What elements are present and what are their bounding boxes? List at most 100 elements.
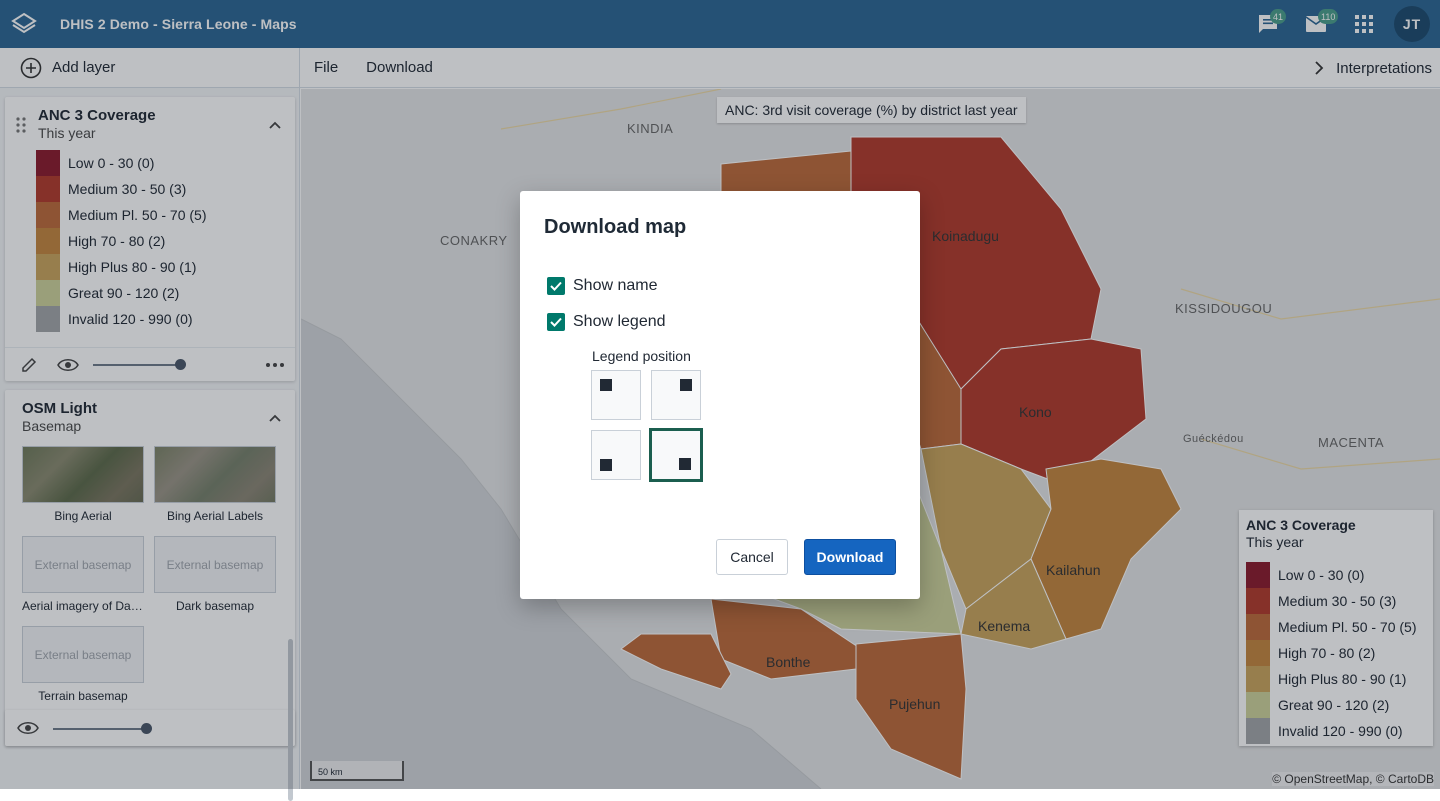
layer-toolbar — [5, 347, 295, 381]
add-layer-label: Add layer — [52, 59, 116, 76]
file-menu[interactable]: File — [300, 59, 352, 76]
chevron-right-icon — [1314, 61, 1324, 75]
basemap-option-bing-aerial-labels[interactable]: Bing Aerial Labels — [154, 446, 276, 523]
legend-item: High Plus 80 - 90 (1) — [1246, 666, 1417, 692]
apps-menu-button[interactable] — [1340, 0, 1388, 48]
basemap-placeholder: External basemap — [22, 536, 144, 593]
mail-button[interactable]: 110 — [1292, 0, 1340, 48]
place-label: CONAKRY — [440, 233, 508, 248]
map-attribution[interactable]: © OpenStreetMap, © CartoDB — [1272, 772, 1434, 786]
basemap-option-dark[interactable]: External basemap Dark basemap — [154, 536, 276, 613]
legend-item: Medium 30 - 50 (3) — [36, 176, 207, 202]
legend-label: Invalid 120 - 990 (0) — [1278, 723, 1403, 739]
basemap-label: Aerial imagery of Dar... — [22, 599, 144, 613]
legend-label: Invalid 120 - 990 (0) — [68, 311, 193, 327]
place-label: Guéckédou — [1183, 433, 1244, 445]
legend-label: Great 90 - 120 (2) — [1278, 697, 1390, 713]
legend-item: Invalid 120 - 990 (0) — [1246, 718, 1417, 744]
layer-legend: Low 0 - 30 (0) Medium 30 - 50 (3) Medium… — [36, 150, 207, 332]
interpretations-label: Interpretations — [1336, 59, 1432, 77]
panel-scrollbar[interactable] — [288, 639, 293, 801]
legend-item: Medium 30 - 50 (3) — [1246, 588, 1417, 614]
legend-swatch — [1246, 718, 1270, 744]
toolbar: Add layer File Download Interpretations — [0, 47, 1440, 88]
basemap-label: Dark basemap — [175, 599, 255, 613]
visibility-eye-icon[interactable] — [57, 357, 79, 373]
checkbox-checked-icon[interactable] — [547, 313, 565, 331]
dialog-title: Download map — [544, 216, 687, 238]
legend-label: High Plus 80 - 90 (1) — [1278, 671, 1407, 687]
download-button[interactable]: Download — [804, 539, 896, 575]
position-marker — [679, 458, 691, 470]
legend-position-bottom-left[interactable] — [591, 430, 641, 480]
checkbox-checked-icon[interactable] — [547, 277, 565, 295]
legend-label: Great 90 - 120 (2) — [68, 285, 180, 301]
district-label: Kono — [1019, 404, 1052, 420]
basemap-option-aerial-imagery[interactable]: External basemap Aerial imagery of Dar..… — [22, 536, 144, 613]
map-legend-list: Low 0 - 30 (0) Medium 30 - 50 (3) Medium… — [1246, 562, 1417, 744]
map-scale: 50 km — [310, 761, 404, 781]
position-marker — [680, 379, 692, 391]
cancel-button[interactable]: Cancel — [716, 539, 788, 575]
drag-handle-icon[interactable] — [16, 117, 26, 133]
legend-swatch — [1246, 666, 1270, 692]
opacity-slider-track[interactable] — [53, 728, 149, 730]
legend-item: High 70 - 80 (2) — [1246, 640, 1417, 666]
thematic-layer-card: ANC 3 Coverage This year Low 0 - 30 (0) … — [5, 97, 295, 381]
chevron-up-icon[interactable] — [267, 117, 283, 133]
legend-swatch — [36, 150, 60, 176]
map-legend-subtitle: This year — [1246, 534, 1304, 550]
app-title: DHIS 2 Demo - Sierra Leone - Maps — [60, 16, 297, 32]
opacity-slider-track[interactable] — [93, 364, 185, 366]
chevron-up-icon[interactable] — [267, 410, 283, 426]
legend-position-top-left[interactable] — [591, 370, 641, 420]
map-title: ANC: 3rd visit coverage (%) by district … — [717, 97, 1026, 123]
legend-swatch — [36, 306, 60, 332]
legend-item: Invalid 120 - 990 (0) — [36, 306, 207, 332]
dhis2-logo-icon[interactable] — [0, 0, 48, 48]
district-label: Koinadugu — [932, 228, 999, 244]
user-avatar[interactable]: JT — [1394, 6, 1430, 42]
layer-subtitle: This year — [38, 125, 96, 141]
legend-swatch — [36, 254, 60, 280]
more-options-icon[interactable] — [266, 363, 284, 367]
basemap-subtitle: Basemap — [22, 418, 82, 434]
legend-swatch — [36, 280, 60, 306]
legend-swatch — [1246, 588, 1270, 614]
legend-label: Medium 30 - 50 (3) — [1278, 593, 1397, 609]
basemap-option-terrain[interactable]: External basemap Terrain basemap — [22, 626, 144, 703]
basemap-placeholder: External basemap — [22, 626, 144, 683]
show-name-option[interactable]: Show name — [547, 277, 658, 295]
edit-pencil-icon[interactable] — [20, 356, 38, 374]
basemap-placeholder: External basemap — [154, 536, 276, 593]
opacity-slider-thumb[interactable] — [175, 359, 186, 370]
legend-swatch — [1246, 692, 1270, 718]
basemap-title: OSM Light — [22, 400, 97, 417]
download-map-dialog: Download map Show name Show legend Legen… — [520, 191, 920, 599]
basemap-option-bing-aerial[interactable]: Bing Aerial — [22, 446, 144, 523]
position-marker — [600, 379, 612, 391]
legend-position-bottom-right[interactable] — [649, 428, 703, 482]
interpretations-toggle[interactable]: Interpretations — [1314, 48, 1432, 88]
show-name-label: Show name — [573, 277, 658, 294]
opacity-slider-thumb[interactable] — [141, 723, 152, 734]
mail-badge: 110 — [1318, 9, 1339, 24]
download-menu[interactable]: Download — [352, 59, 447, 76]
legend-label: High 70 - 80 (2) — [68, 233, 166, 249]
visibility-eye-icon[interactable] — [17, 720, 39, 736]
basemap-thumbnail — [22, 446, 144, 503]
basemap-layer-card: OSM Light Basemap Bing Aerial Bing Aeria… — [5, 390, 295, 746]
district-label: Kailahun — [1046, 562, 1101, 578]
legend-swatch — [36, 202, 60, 228]
legend-position-top-right[interactable] — [651, 370, 701, 420]
legend-label: Low 0 - 30 (0) — [68, 155, 155, 171]
district-label: Bonthe — [766, 654, 811, 670]
legend-item: Medium Pl. 50 - 70 (5) — [1246, 614, 1417, 640]
messages-badge: 41 — [1270, 9, 1287, 24]
legend-position-label: Legend position — [592, 348, 691, 364]
messages-button[interactable]: 41 — [1244, 0, 1292, 48]
add-layer-button[interactable]: Add layer — [0, 47, 300, 88]
show-legend-option[interactable]: Show legend — [547, 313, 666, 331]
legend-swatch — [36, 228, 60, 254]
legend-label: Medium Pl. 50 - 70 (5) — [1278, 619, 1417, 635]
